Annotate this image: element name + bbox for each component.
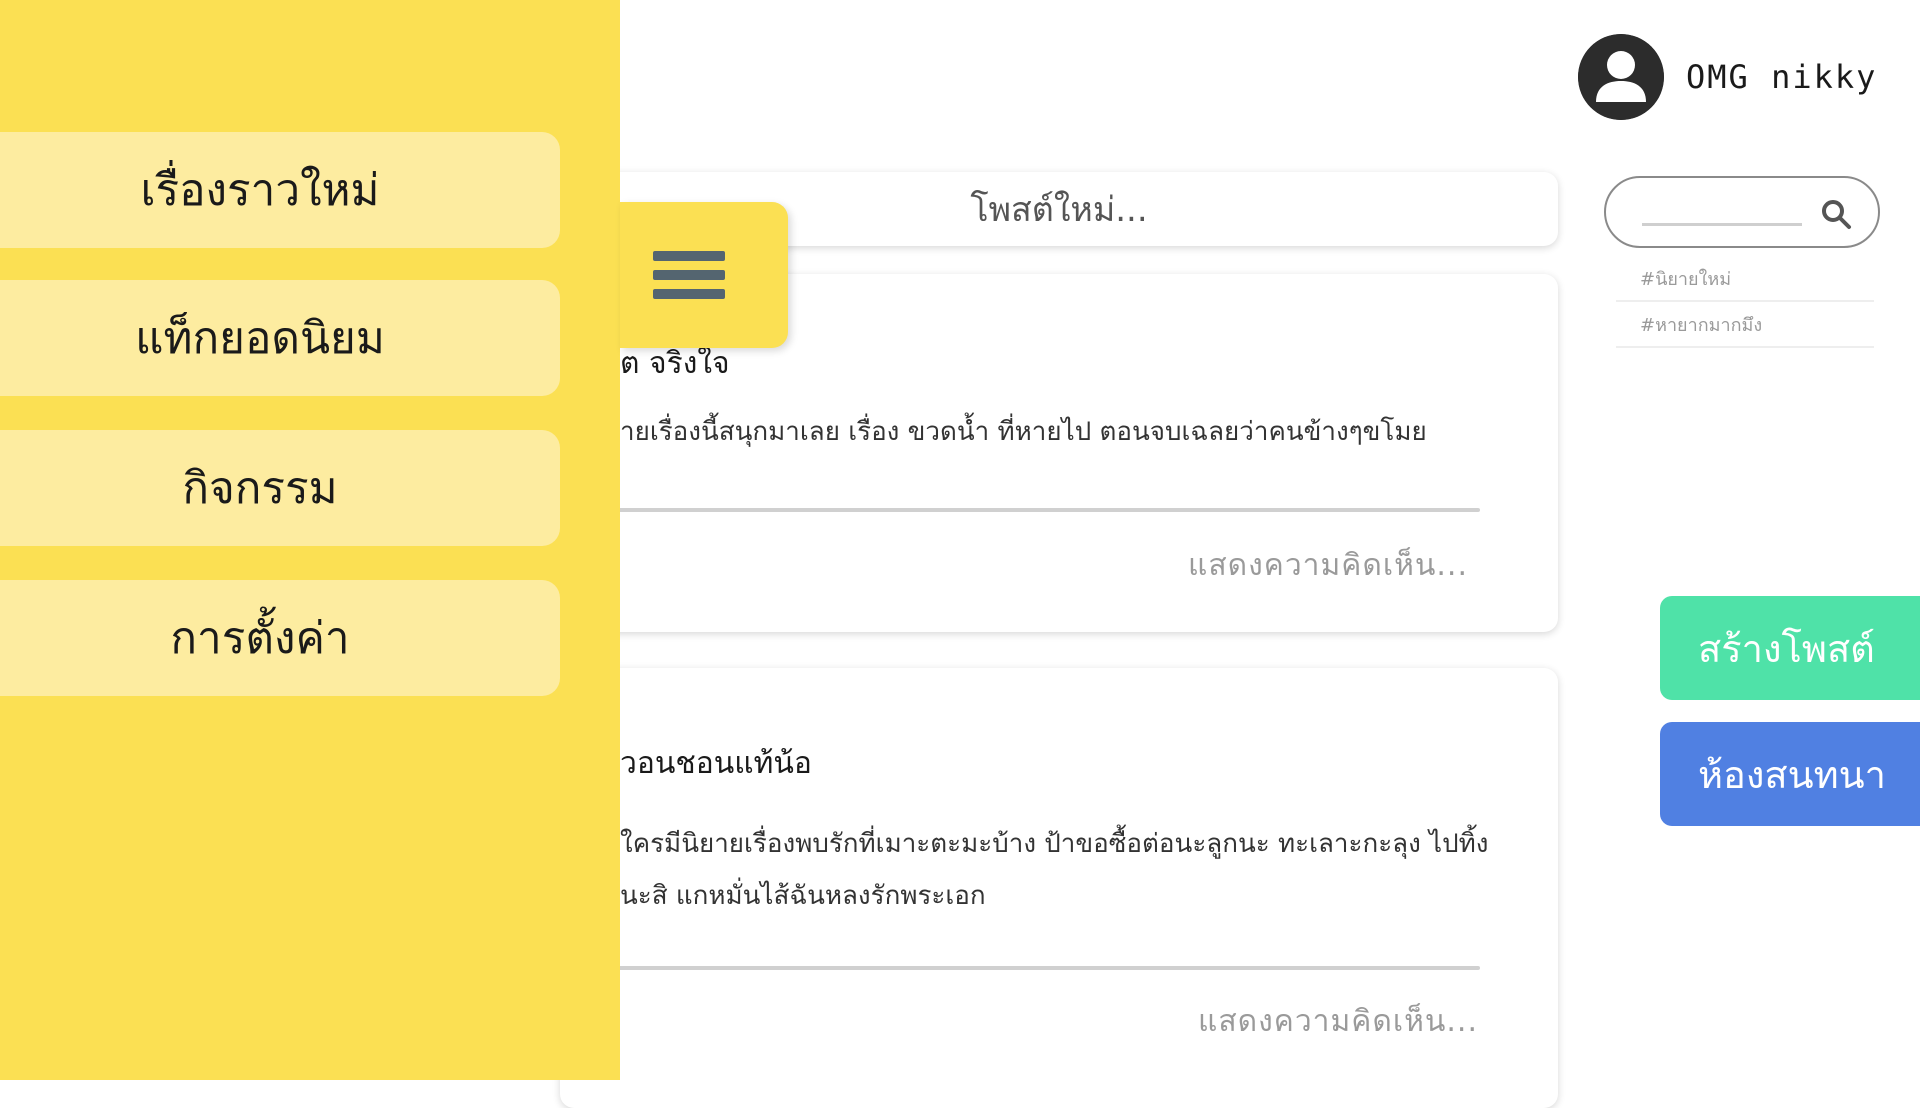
- hamburger-bar: [653, 289, 725, 299]
- user-profile[interactable]: OMG nikky: [1578, 34, 1877, 120]
- sidebar-item-label: แท็กยอดนิยม: [135, 313, 385, 364]
- post-body: ายเรื่องนี้สนุกมาเลย เรื่อง ขวดน้ำ ที่หา…: [620, 417, 1427, 447]
- post-title: วอนชอนแท้น้อ: [620, 746, 812, 781]
- post-card: วอนชอนแท้น้อ ใครมีนิยายเรื่องพบรักที่เมา…: [560, 668, 1558, 1108]
- sidebar-item-popular-tags[interactable]: แท็กยอดนิยม: [0, 280, 560, 396]
- create-post-label: สร้างโพสต์: [1698, 626, 1875, 671]
- post-divider: [600, 508, 1480, 512]
- chat-room-label: ห้องสนทนา: [1698, 752, 1886, 797]
- create-post-button[interactable]: สร้างโพสต์: [1660, 596, 1920, 700]
- post-divider: [600, 966, 1480, 970]
- search-box[interactable]: [1604, 176, 1880, 248]
- comment-input[interactable]: แสดงความคิดเห็น...: [1188, 542, 1468, 589]
- sidebar-item-activities[interactable]: กิจกรรม: [0, 430, 560, 546]
- tag-link[interactable]: #นิยายใหม่: [1616, 258, 1874, 302]
- hamburger-menu-icon[interactable]: [620, 202, 788, 348]
- hamburger-bar: [653, 270, 725, 280]
- search-input[interactable]: [1642, 196, 1802, 226]
- search-icon[interactable]: [1820, 198, 1852, 230]
- sidebar-item-label: เรื่องราวใหม่: [140, 165, 380, 216]
- new-post-placeholder: โพสต์ใหม่...: [970, 190, 1148, 230]
- username: OMG nikky: [1686, 58, 1878, 96]
- sidebar: เรื่องราวใหม่ แท็กยอดนิยม กิจกรรม การตั้…: [0, 0, 620, 1080]
- tag-link[interactable]: #หายากมากมึง: [1616, 304, 1874, 348]
- chat-room-button[interactable]: ห้องสนทนา: [1660, 722, 1920, 826]
- sidebar-item-settings[interactable]: การตั้งค่า: [0, 580, 560, 696]
- hamburger-bar: [653, 251, 725, 261]
- post-body: ใครมีนิยายเรื่องพบรักที่เมาะตะมะบ้าง ป้า…: [620, 829, 1489, 911]
- sidebar-item-label: กิจกรรม: [182, 463, 338, 514]
- sidebar-item-label: การตั้งค่า: [170, 613, 350, 664]
- user-avatar-icon[interactable]: [1578, 34, 1664, 120]
- comment-input[interactable]: แสดงความคิดเห็น...: [1198, 998, 1478, 1045]
- sidebar-item-new-stories[interactable]: เรื่องราวใหม่: [0, 132, 560, 248]
